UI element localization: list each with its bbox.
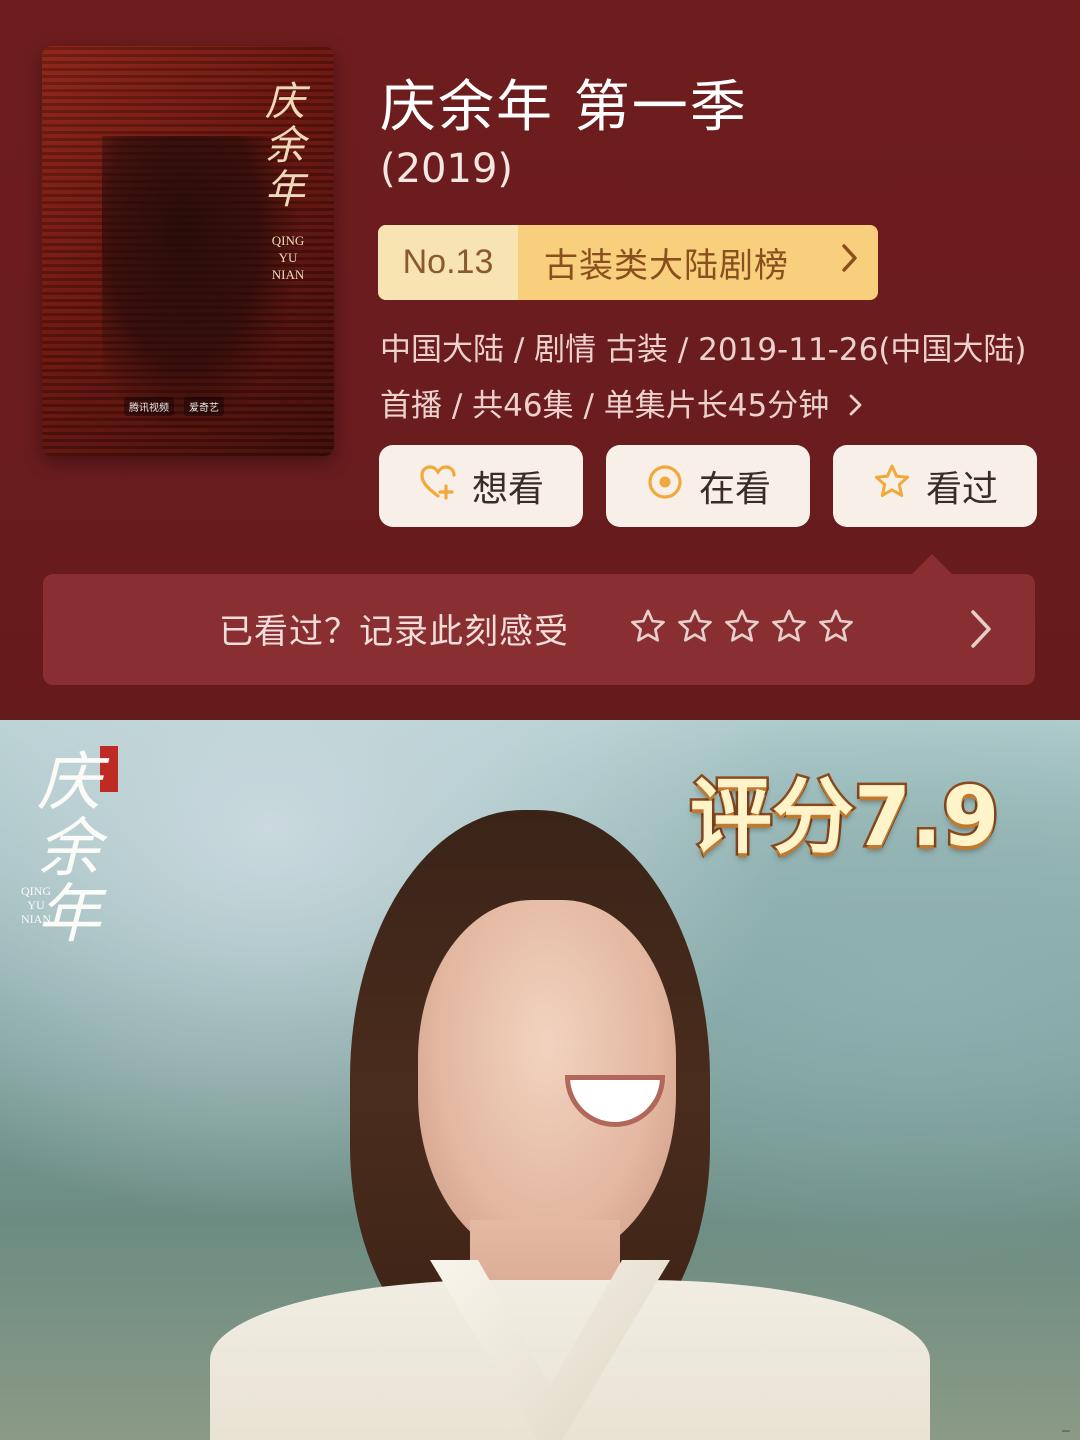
- heart-plus-icon: [418, 462, 458, 511]
- tencent-video-logo: 腾讯视频: [124, 397, 174, 416]
- star-outline-icon[interactable]: [817, 608, 855, 650]
- meta-line-text: 首播 / 共46集 / 单集片长45分钟: [380, 388, 830, 424]
- poster-pinyin-line: QING: [271, 233, 305, 248]
- show-meta[interactable]: 中国大陆 / 剧情 古装 / 2019-11-26(中国大陆) 首播 / 共46…: [380, 322, 1040, 434]
- poster-calligraphy: 庆余年: [265, 79, 305, 213]
- poster-pinyin-line: YU: [278, 250, 298, 265]
- chevron-right-icon: [967, 608, 995, 650]
- detail-header: 庆余年 QING YU NIAN 腾讯视频 爱奇艺 庆余年 第一季 (2019)…: [0, 0, 1080, 720]
- want-to-watch-label: 想看: [471, 469, 544, 510]
- rank-label: 古装类大陆剧榜: [544, 246, 789, 286]
- star-icon: [872, 462, 912, 511]
- iqiyi-logo: 爱奇艺: [184, 397, 224, 416]
- meta-line: 中国大陆 / 剧情 古装 / 2019-11-26(中国大陆): [380, 332, 1027, 368]
- watermark: [1062, 1430, 1070, 1432]
- score-overlay: 评分7.9: [687, 768, 1001, 868]
- watched-label: 看过: [925, 469, 998, 510]
- star-outline-icon[interactable]: [723, 608, 761, 650]
- release-year: (2019): [380, 146, 514, 192]
- photo-pinyin-line: NIAN: [21, 912, 51, 926]
- meta-line: 首播 / 共46集 / 单集片长45分钟: [380, 378, 1040, 434]
- poster-image[interactable]: 庆余年 QING YU NIAN 腾讯视频 爱奇艺: [42, 46, 334, 456]
- want-to-watch-button[interactable]: 想看: [379, 445, 583, 527]
- popover-pointer: [912, 554, 952, 574]
- poster-pinyin-line: NIAN: [271, 267, 305, 282]
- chevron-right-icon: [839, 388, 865, 424]
- circle-dot-icon: [645, 462, 685, 511]
- watching-button[interactable]: 在看: [606, 445, 810, 527]
- poster-logos: 腾讯视频 爱奇艺: [124, 397, 224, 416]
- star-outline-icon[interactable]: [629, 608, 667, 650]
- rank-number: No.13: [378, 225, 518, 300]
- page-title: 庆余年 第一季: [380, 75, 748, 140]
- still-photo: 庆余年 QING YU NIAN 评分7.9: [0, 720, 1080, 1440]
- rating-prompt-text: 已看过？记录此刻感受: [219, 612, 569, 652]
- rating-stars[interactable]: [629, 608, 855, 650]
- watching-label: 在看: [698, 469, 771, 510]
- poster-pinyin: QING YU NIAN: [258, 232, 318, 283]
- photo-pinyin: QING YU NIAN: [14, 884, 58, 926]
- rating-prompt-bar[interactable]: 已看过？记录此刻感受: [43, 574, 1035, 685]
- chevron-right-icon: [822, 242, 878, 283]
- star-outline-icon[interactable]: [770, 608, 808, 650]
- ranking-badge[interactable]: No.13 古装类大陆剧榜: [378, 225, 878, 300]
- watched-button[interactable]: 看过: [833, 445, 1037, 527]
- photo-pinyin-line: YU: [27, 898, 45, 912]
- photo-pinyin-line: QING: [21, 884, 51, 898]
- star-outline-icon[interactable]: [676, 608, 714, 650]
